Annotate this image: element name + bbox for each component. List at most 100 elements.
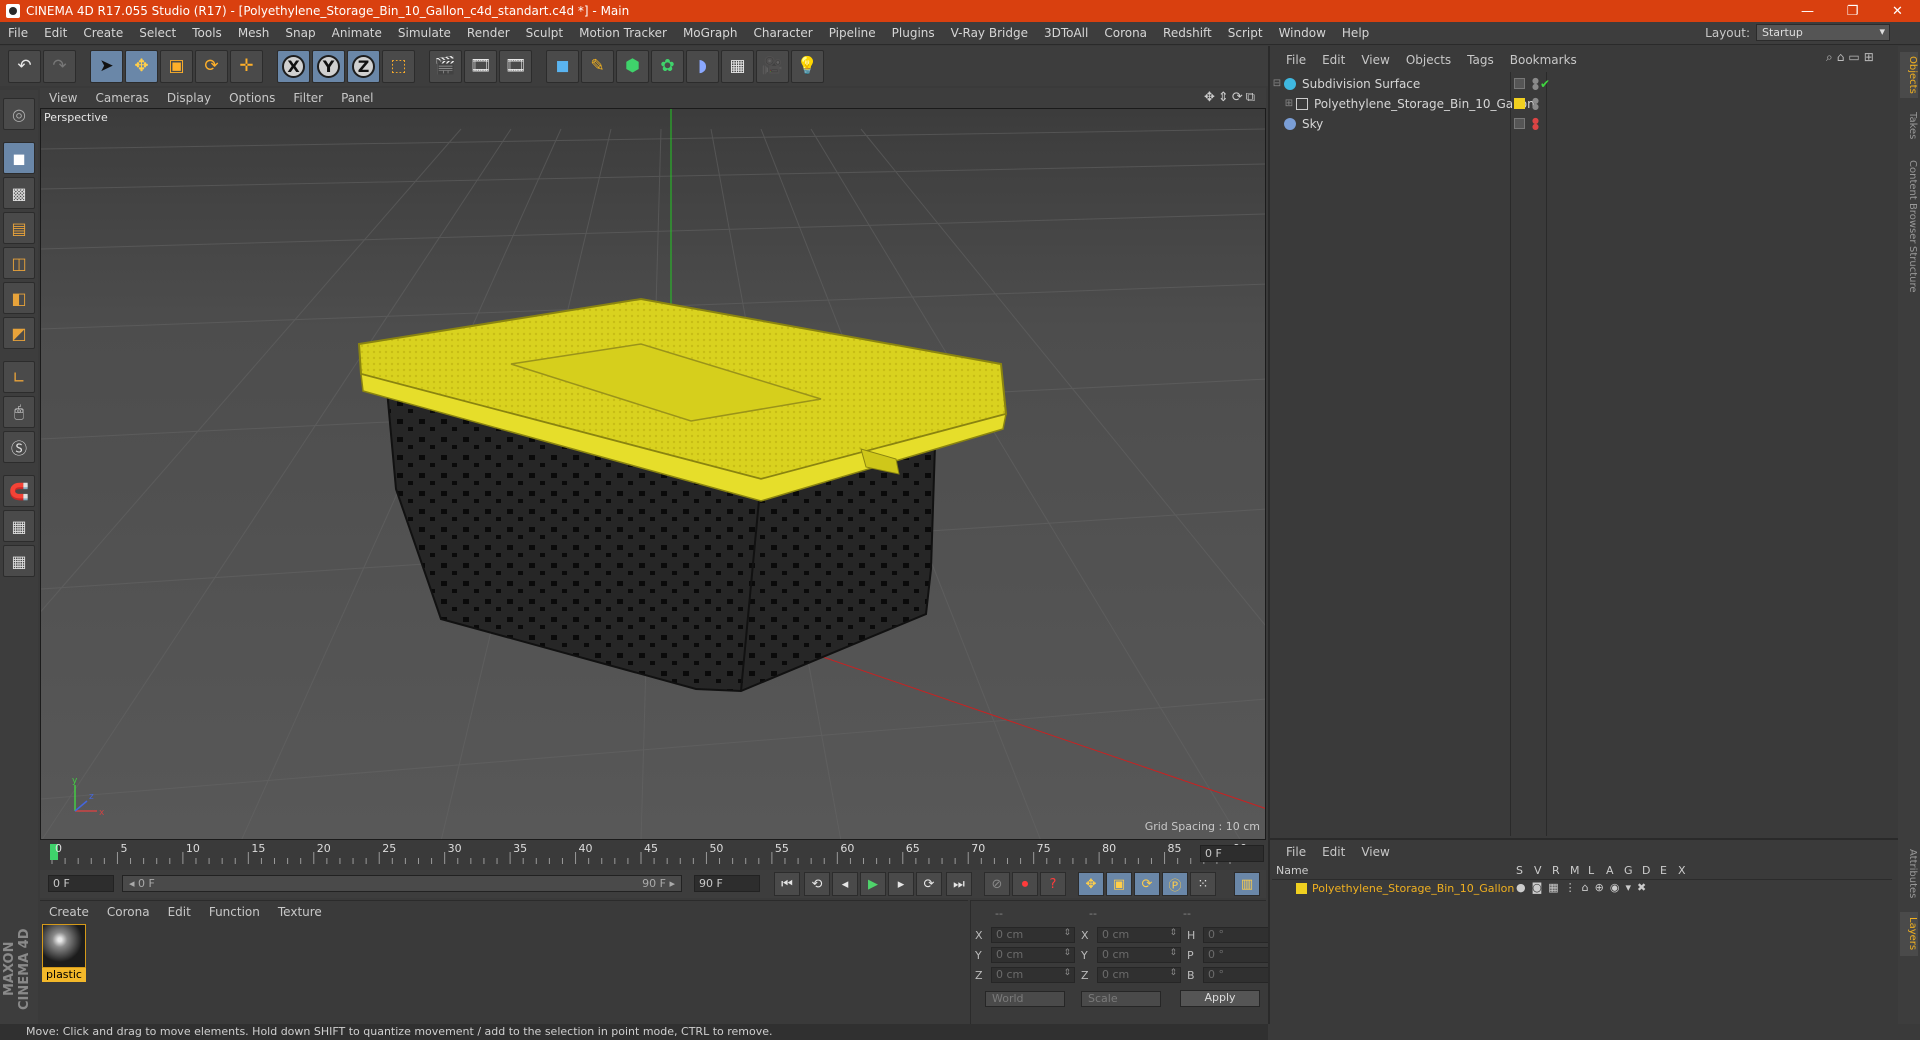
viewport-menu-panel[interactable]: Panel — [332, 91, 382, 105]
menu-file[interactable]: File — [0, 26, 36, 40]
menu-vray-bridge[interactable]: V-Ray Bridge — [943, 26, 1036, 40]
add-subdivision-button[interactable]: ⬢ — [616, 49, 649, 83]
go-to-end-button[interactable]: ⏭ — [946, 872, 972, 896]
menu-pipeline[interactable]: Pipeline — [821, 26, 884, 40]
autokey-button[interactable]: ⏺ — [1012, 872, 1038, 896]
material-swatch-plastic[interactable] — [42, 924, 86, 968]
texture-mode-button[interactable]: ▩ — [3, 177, 35, 209]
menu-redshift[interactable]: Redshift — [1155, 26, 1220, 40]
workplane-mode-button[interactable]: ▤ — [3, 212, 35, 244]
current-frame-field[interactable]: 0 F — [1200, 845, 1264, 862]
go-to-start-button[interactable]: ⏮ — [774, 872, 800, 896]
object-row-storage-bin[interactable]: ⊞ Polyethylene_Storage_Bin_10_Gallon ● ● — [1270, 94, 1894, 113]
make-editable-button[interactable]: ◎ — [3, 98, 35, 130]
menu-tools[interactable]: Tools — [184, 26, 230, 40]
material-name-label[interactable]: plastic — [42, 968, 86, 982]
snapping-button[interactable]: Ⓢ — [3, 431, 35, 463]
coord-pos-x-field[interactable]: 0 cm — [991, 927, 1075, 943]
start-frame-field[interactable]: 0 F — [48, 875, 114, 892]
coord-size-z-field[interactable]: 0 cm — [1097, 967, 1181, 983]
key-position-button[interactable]: ✥ — [1078, 872, 1104, 896]
material-menu-create[interactable]: Create — [40, 905, 98, 919]
transform-tool-button[interactable]: ✛ — [230, 49, 263, 83]
points-mode-button[interactable]: ◫ — [3, 247, 35, 279]
side-tab-objects[interactable]: Objects — [1900, 52, 1918, 98]
viewport-menu-display[interactable]: Display — [158, 91, 220, 105]
menu-select[interactable]: Select — [131, 26, 184, 40]
object-menu-bookmarks[interactable]: Bookmarks — [1502, 53, 1585, 67]
menu-edit[interactable]: Edit — [36, 26, 75, 40]
menu-mesh[interactable]: Mesh — [230, 26, 278, 40]
next-frame-button[interactable]: ▸ — [888, 872, 914, 896]
menu-window[interactable]: Window — [1271, 26, 1334, 40]
visibility-dots[interactable]: ● ● — [1532, 96, 1539, 110]
viewport-nav-icons[interactable]: ✥⇕⟳⧉ — [1204, 90, 1258, 105]
material-menu-texture[interactable]: Texture — [269, 905, 331, 919]
axis-mode-button[interactable]: ∟ — [3, 361, 35, 393]
next-key-button[interactable]: ⟳ — [916, 872, 942, 896]
render-settings-button[interactable]: 🎞 — [499, 49, 532, 83]
maximize-button[interactable]: ❐ — [1830, 4, 1875, 19]
play-button[interactable]: ▶ — [860, 872, 886, 896]
menu-render[interactable]: Render — [459, 26, 518, 40]
side-tab-structure[interactable]: Structure — [1900, 242, 1918, 296]
lock-y-axis-button[interactable]: Y — [312, 49, 345, 83]
menu-mograph[interactable]: MoGraph — [675, 26, 746, 40]
tree-expander[interactable]: ⊟ — [1270, 78, 1284, 89]
visibility-dots[interactable]: ● ● — [1532, 76, 1539, 90]
render-to-picture-viewer-button[interactable]: 🎞 — [464, 49, 497, 83]
layer-row[interactable]: Polyethylene_Storage_Bin_10_Gallon ●◙▦⋮⌂… — [1272, 880, 1892, 898]
menu-help[interactable]: Help — [1334, 26, 1377, 40]
coordinate-mode-select[interactable]: Scale — [1081, 991, 1161, 1007]
viewport-menu-options[interactable]: Options — [220, 91, 284, 105]
object-row-sky[interactable]: Sky ● ● — [1270, 114, 1894, 133]
layer-name[interactable]: Polyethylene_Storage_Bin_10_Gallon — [1312, 882, 1514, 895]
object-menu-file[interactable]: File — [1278, 53, 1314, 67]
menu-motion-tracker[interactable]: Motion Tracker — [571, 26, 675, 40]
new-view-icon[interactable]: ▭ — [1848, 50, 1863, 64]
close-button[interactable]: ✕ — [1875, 4, 1920, 19]
scale-tool-button[interactable]: ▣ — [160, 49, 193, 83]
layer-color-swatch[interactable] — [1296, 883, 1307, 894]
expand-icon[interactable]: ⊞ — [1864, 50, 1878, 64]
menu-plugins[interactable]: Plugins — [884, 26, 943, 40]
key-scale-button[interactable]: ▣ — [1106, 872, 1132, 896]
layer-menu-file[interactable]: File — [1278, 845, 1314, 859]
menu-create[interactable]: Create — [75, 26, 131, 40]
menu-animate[interactable]: Animate — [324, 26, 390, 40]
add-cube-button[interactable]: ◼ — [546, 49, 579, 83]
redo-button[interactable]: ↷ — [43, 49, 76, 83]
coord-size-y-field[interactable]: 0 cm — [1097, 947, 1181, 963]
end-frame-field[interactable]: 90 F — [694, 875, 760, 892]
side-tab-takes[interactable]: Takes — [1900, 106, 1918, 146]
rotate-tool-button[interactable]: ⟳ — [195, 49, 228, 83]
coord-pos-z-field[interactable]: 0 cm — [991, 967, 1075, 983]
object-menu-objects[interactable]: Objects — [1398, 53, 1459, 67]
material-menu-function[interactable]: Function — [200, 905, 269, 919]
layer-menu-view[interactable]: View — [1353, 845, 1397, 859]
record-keys-button[interactable]: ⊘ — [984, 872, 1010, 896]
object-menu-view[interactable]: View — [1353, 53, 1397, 67]
menu-simulate[interactable]: Simulate — [390, 26, 459, 40]
magnet-button[interactable]: 🧲 — [3, 475, 35, 507]
lock-workplane-button[interactable]: ▦ — [3, 510, 35, 542]
add-cloner-button[interactable]: ✿ — [651, 49, 684, 83]
add-spline-button[interactable]: ✎ — [581, 49, 614, 83]
add-deformer-button[interactable]: ◗ — [686, 49, 719, 83]
lock-x-axis-button[interactable]: X — [277, 49, 310, 83]
add-floor-button[interactable]: ▦ — [721, 49, 754, 83]
model-mode-button[interactable]: ◼ — [3, 142, 35, 174]
menu-snap[interactable]: Snap — [277, 26, 323, 40]
menu-sculpt[interactable]: Sculpt — [518, 26, 571, 40]
keyframe-selection-button[interactable]: ? — [1040, 872, 1066, 896]
object-row-subdivision-surface[interactable]: ⊟ Subdivision Surface ● ● ✔ — [1270, 74, 1894, 93]
add-camera-button[interactable]: 🎥 — [756, 49, 789, 83]
apply-button[interactable]: Apply — [1180, 990, 1260, 1007]
layer-tag-box[interactable] — [1514, 118, 1525, 129]
layer-tag-box[interactable] — [1514, 78, 1525, 89]
layer-color-tag[interactable] — [1514, 98, 1525, 109]
side-tab-layers[interactable]: Layers — [1900, 912, 1918, 956]
coord-size-x-field[interactable]: 0 cm — [1097, 927, 1181, 943]
previous-frame-button[interactable]: ◂ — [832, 872, 858, 896]
minimize-button[interactable]: — — [1785, 4, 1830, 19]
